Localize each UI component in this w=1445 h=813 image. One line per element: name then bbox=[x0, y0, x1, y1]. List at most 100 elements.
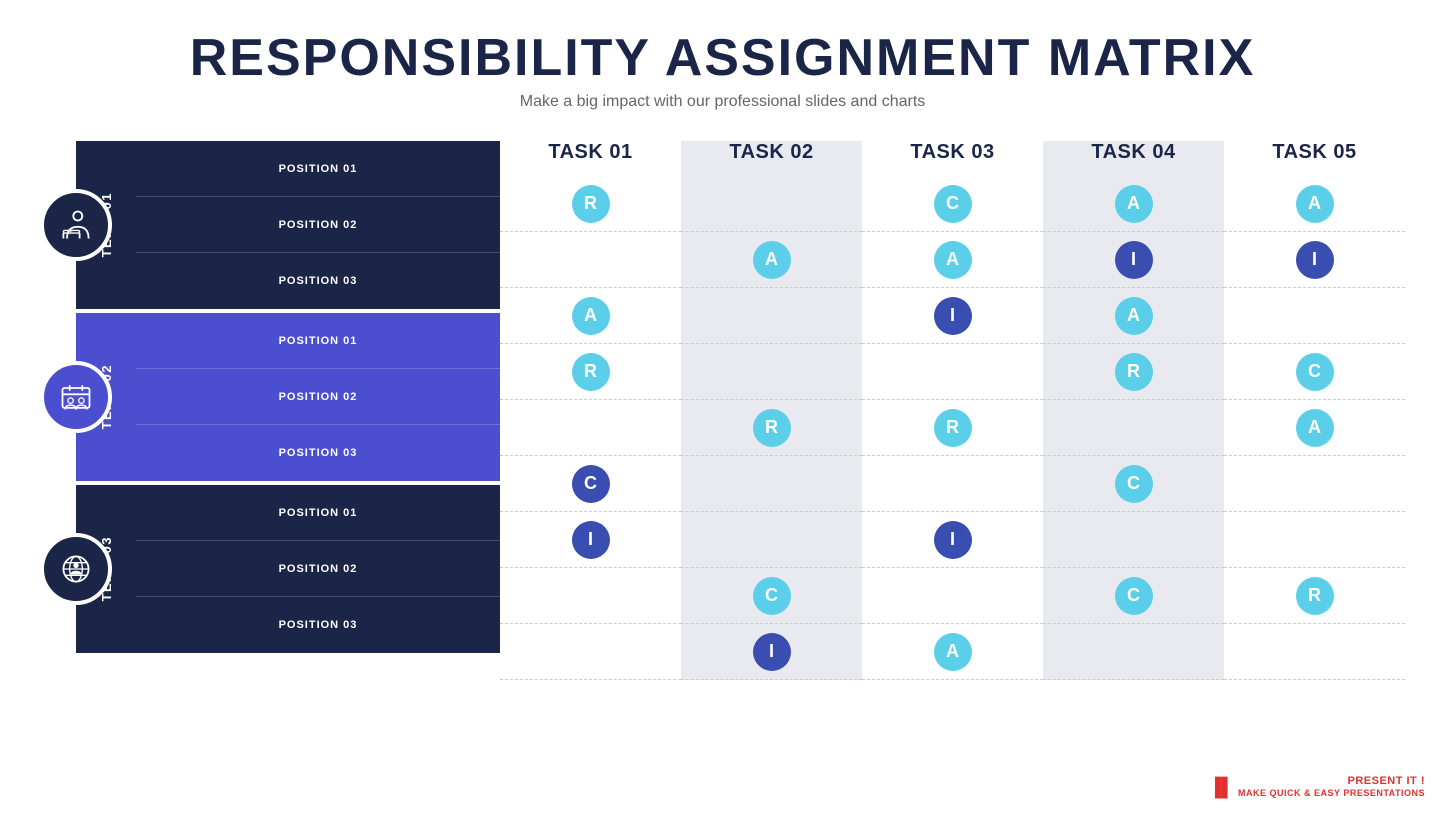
task-header-3: TASK 03 bbox=[862, 141, 1043, 176]
cell-r2c3: A bbox=[862, 232, 1043, 288]
cell-r6c2 bbox=[681, 456, 862, 512]
task-col-1: R A R C I bbox=[500, 176, 681, 680]
subtitle: Make a big impact with our professional … bbox=[190, 93, 1256, 111]
badge: I bbox=[934, 521, 972, 559]
cell-r4c5: C bbox=[1224, 344, 1405, 400]
team1-pos1: POSITION 01 bbox=[136, 141, 500, 197]
task-col-2: A R C I bbox=[681, 176, 862, 680]
header: RESPONSIBILITY ASSIGNMENT MATRIX Make a … bbox=[190, 30, 1256, 111]
cell-r6c1: C bbox=[500, 456, 681, 512]
cell-r1c5: A bbox=[1224, 176, 1405, 232]
badge: A bbox=[1296, 409, 1334, 447]
badge: I bbox=[934, 297, 972, 335]
badge: A bbox=[753, 241, 791, 279]
team1-positions: POSITION 01 POSITION 02 POSITION 03 bbox=[136, 141, 500, 309]
cell-r4c4: R bbox=[1043, 344, 1224, 400]
badge: C bbox=[1296, 353, 1334, 391]
team-block-2: TEAM 02 POSITION 01 POSITION 02 POSITION… bbox=[40, 313, 500, 481]
task-grid: R A R C I A R bbox=[500, 176, 1405, 680]
team3-pos3: POSITION 03 bbox=[136, 597, 500, 653]
badge: A bbox=[1115, 297, 1153, 335]
right-panel: TASK 01 TASK 02 TASK 03 TASK 04 TASK 05 … bbox=[500, 141, 1405, 680]
cell-r1c1: R bbox=[500, 176, 681, 232]
badge: A bbox=[1115, 185, 1153, 223]
badge: R bbox=[572, 353, 610, 391]
watermark-line2: MAKE QUICK & EASY PRESENTATIONS bbox=[1238, 788, 1425, 799]
matrix-container: TEAM 01 POSITION 01 POSITION 02 POSITION… bbox=[40, 141, 1405, 680]
watermark: ▐▌ Present it ! MAKE QUICK & EASY PRESEN… bbox=[1208, 775, 1425, 799]
task-header-4: TASK 04 bbox=[1043, 141, 1224, 176]
badge: R bbox=[934, 409, 972, 447]
cell-r6c3 bbox=[862, 456, 1043, 512]
cell-r6c4: C bbox=[1043, 456, 1224, 512]
cell-r5c2: R bbox=[681, 400, 862, 456]
cell-r2c4: I bbox=[1043, 232, 1224, 288]
cell-r6c5 bbox=[1224, 456, 1405, 512]
cell-r5c3: R bbox=[862, 400, 1043, 456]
cell-r7c4 bbox=[1043, 512, 1224, 568]
cell-r4c1: R bbox=[500, 344, 681, 400]
cell-r9c5 bbox=[1224, 624, 1405, 680]
team3-positions: POSITION 01 POSITION 02 POSITION 03 bbox=[136, 485, 500, 653]
cell-r7c2 bbox=[681, 512, 862, 568]
team-block-3: TEAM 03 POSITION 01 POSITION 02 POSITION… bbox=[40, 485, 500, 653]
task-header-1: TASK 01 bbox=[500, 141, 681, 176]
task-headers: TASK 01 TASK 02 TASK 03 TASK 04 TASK 05 bbox=[500, 141, 1405, 176]
watermark-line1: Present it ! bbox=[1238, 775, 1425, 788]
badge: C bbox=[753, 577, 791, 615]
badge: C bbox=[934, 185, 972, 223]
cell-r8c3 bbox=[862, 568, 1043, 624]
cell-r9c3: A bbox=[862, 624, 1043, 680]
team-block-1: TEAM 01 POSITION 01 POSITION 02 POSITION… bbox=[40, 141, 500, 309]
badge: R bbox=[1115, 353, 1153, 391]
team2-pos1: POSITION 01 bbox=[136, 313, 500, 369]
badge: A bbox=[934, 241, 972, 279]
cell-r2c1 bbox=[500, 232, 681, 288]
cell-r3c3: I bbox=[862, 288, 1043, 344]
cell-r3c5 bbox=[1224, 288, 1405, 344]
cell-r8c5: R bbox=[1224, 568, 1405, 624]
left-panel: TEAM 01 POSITION 01 POSITION 02 POSITION… bbox=[40, 141, 500, 657]
team3-pos1: POSITION 01 bbox=[136, 485, 500, 541]
team1-pos3: POSITION 03 bbox=[136, 253, 500, 309]
cell-r3c2 bbox=[681, 288, 862, 344]
task-col-4: A I A R C C bbox=[1043, 176, 1224, 680]
task-header-2: TASK 02 bbox=[681, 141, 862, 176]
badge: I bbox=[1296, 241, 1334, 279]
cell-r8c2: C bbox=[681, 568, 862, 624]
cell-r7c3: I bbox=[862, 512, 1043, 568]
team2-icon bbox=[40, 361, 112, 433]
team3-pos2: POSITION 02 bbox=[136, 541, 500, 597]
cell-r9c1 bbox=[500, 624, 681, 680]
team2-pos3: POSITION 03 bbox=[136, 425, 500, 481]
badge: C bbox=[1115, 577, 1153, 615]
cell-r3c4: A bbox=[1043, 288, 1224, 344]
cell-r8c1 bbox=[500, 568, 681, 624]
cell-r1c2 bbox=[681, 176, 862, 232]
main-title: RESPONSIBILITY ASSIGNMENT MATRIX bbox=[190, 30, 1256, 87]
page-container: RESPONSIBILITY ASSIGNMENT MATRIX Make a … bbox=[0, 0, 1445, 813]
task-col-3: C A I R I A bbox=[862, 176, 1043, 680]
cell-r7c5 bbox=[1224, 512, 1405, 568]
cell-r2c2: A bbox=[681, 232, 862, 288]
cell-r4c2 bbox=[681, 344, 862, 400]
badge: R bbox=[753, 409, 791, 447]
badge: A bbox=[1296, 185, 1334, 223]
cell-r3c1: A bbox=[500, 288, 681, 344]
team1-pos2: POSITION 02 bbox=[136, 197, 500, 253]
cell-r5c5: A bbox=[1224, 400, 1405, 456]
watermark-icon: ▐▌ bbox=[1208, 777, 1234, 798]
badge: I bbox=[1115, 241, 1153, 279]
cell-r5c4 bbox=[1043, 400, 1224, 456]
badge: I bbox=[753, 633, 791, 671]
task-header-5: TASK 05 bbox=[1224, 141, 1405, 176]
team1-icon bbox=[40, 189, 112, 261]
badge: C bbox=[1115, 465, 1153, 503]
badge: R bbox=[1296, 577, 1334, 615]
cell-r4c3 bbox=[862, 344, 1043, 400]
cell-r9c2: I bbox=[681, 624, 862, 680]
badge: I bbox=[572, 521, 610, 559]
badge: C bbox=[572, 465, 610, 503]
badge: A bbox=[934, 633, 972, 671]
cell-r8c4: C bbox=[1043, 568, 1224, 624]
